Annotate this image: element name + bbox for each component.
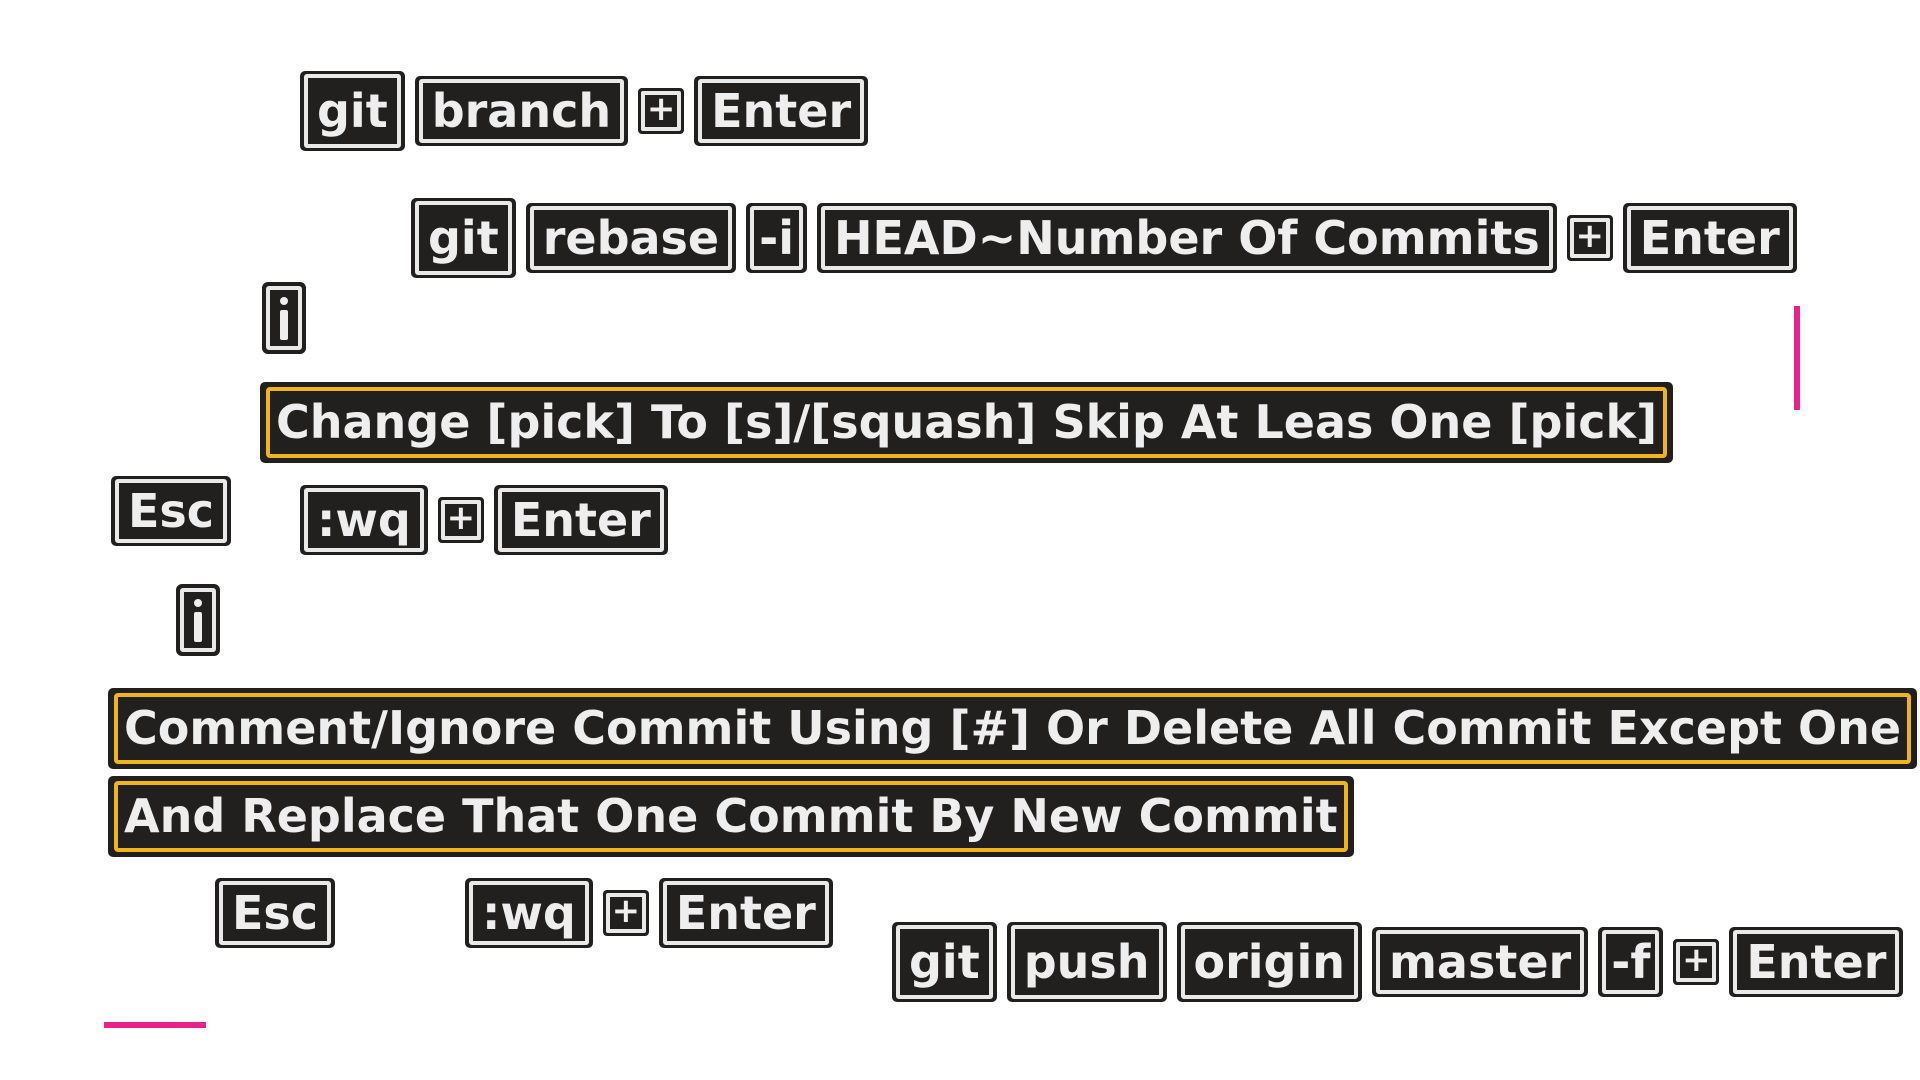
key-enter: Enter <box>493 485 668 555</box>
key-label: push <box>1010 925 1163 999</box>
key-label: branch <box>418 79 625 143</box>
key-label: Enter <box>497 488 664 552</box>
key-label: HEAD~Number Of Commits <box>820 206 1553 270</box>
key-origin: origin <box>1176 922 1362 1002</box>
key-rebase: rebase <box>525 203 737 273</box>
key-write-quit: :wq <box>300 485 428 555</box>
branch-command-row: git branch + Enter <box>300 71 869 151</box>
key-enter: Enter <box>694 76 869 146</box>
key-label: -i <box>750 206 803 270</box>
plus-key-icon: + <box>1673 939 1720 985</box>
key-force-flag: -f <box>1598 927 1664 997</box>
replace-instruction-note: And Replace That One Commit By New Commi… <box>108 776 1354 857</box>
key-label: :wq <box>469 881 589 945</box>
key-label: git <box>415 201 512 275</box>
plus-glyph: + <box>605 893 646 933</box>
key-git: git <box>300 71 405 151</box>
key-enter: Enter <box>1622 203 1797 273</box>
i-glyph <box>266 286 302 350</box>
key-interactive-flag: -i <box>746 203 807 273</box>
key-branch: branch <box>414 76 629 146</box>
pick-instruction-note: Change [pick] To [s]/[squash] Skip At Le… <box>260 382 1674 463</box>
plus-glyph: + <box>1676 942 1717 982</box>
escape-row-2: Esc <box>215 878 336 948</box>
save-quit-row-2: :wq + Enter <box>465 878 833 948</box>
key-write-quit: :wq <box>465 878 593 948</box>
plus-glyph: + <box>440 500 481 540</box>
key-head-number-of-commits: HEAD~Number Of Commits <box>816 203 1557 273</box>
key-label: Enter <box>662 881 829 945</box>
plus-glyph: + <box>1569 218 1610 258</box>
insert-mode-i-icon <box>176 584 220 656</box>
save-quit-row-1: :wq + Enter <box>300 485 668 555</box>
key-label: git <box>304 74 401 148</box>
insert-mode-i-icon <box>262 282 306 354</box>
key-label: origin <box>1180 925 1358 999</box>
key-label: Enter <box>1626 206 1793 270</box>
comment-instruction-text-line2: And Replace That One Commit By New Commi… <box>114 781 1348 852</box>
key-enter: Enter <box>658 878 833 948</box>
pick-instruction-text: Change [pick] To [s]/[squash] Skip At Le… <box>266 387 1668 458</box>
plus-glyph: + <box>641 91 682 131</box>
key-esc: Esc <box>215 878 336 948</box>
key-label: git <box>896 925 993 999</box>
key-esc: Esc <box>111 476 232 546</box>
key-label: -f <box>1602 930 1660 994</box>
key-label: Enter <box>698 79 865 143</box>
key-label: master <box>1376 930 1585 994</box>
accent-bar-vertical <box>1794 306 1800 410</box>
plus-key-icon: + <box>638 88 685 134</box>
key-git: git <box>411 198 516 278</box>
i-glyph <box>180 588 216 652</box>
comment-instruction-text-line1: Comment/Ignore Commit Using [#] Or Delet… <box>114 693 1912 764</box>
key-label: Esc <box>115 479 228 543</box>
plus-key-icon: + <box>1566 215 1613 261</box>
push-command-row: git push origin master -f + Enter <box>892 922 1904 1002</box>
accent-bar-horizontal <box>104 1022 206 1028</box>
key-label: rebase <box>529 206 733 270</box>
escape-row-1: Esc <box>111 476 232 546</box>
key-git: git <box>892 922 997 1002</box>
key-master: master <box>1372 927 1589 997</box>
key-label: :wq <box>304 488 424 552</box>
plus-key-icon: + <box>437 497 484 543</box>
key-label: Enter <box>1733 930 1900 994</box>
key-label: Esc <box>219 881 332 945</box>
comment-instruction-note: Comment/Ignore Commit Using [#] Or Delet… <box>108 688 1918 769</box>
key-push: push <box>1006 922 1167 1002</box>
plus-key-icon: + <box>602 890 649 936</box>
key-enter: Enter <box>1729 927 1904 997</box>
rebase-command-row: git rebase -i HEAD~Number Of Commits + E… <box>411 198 1797 278</box>
